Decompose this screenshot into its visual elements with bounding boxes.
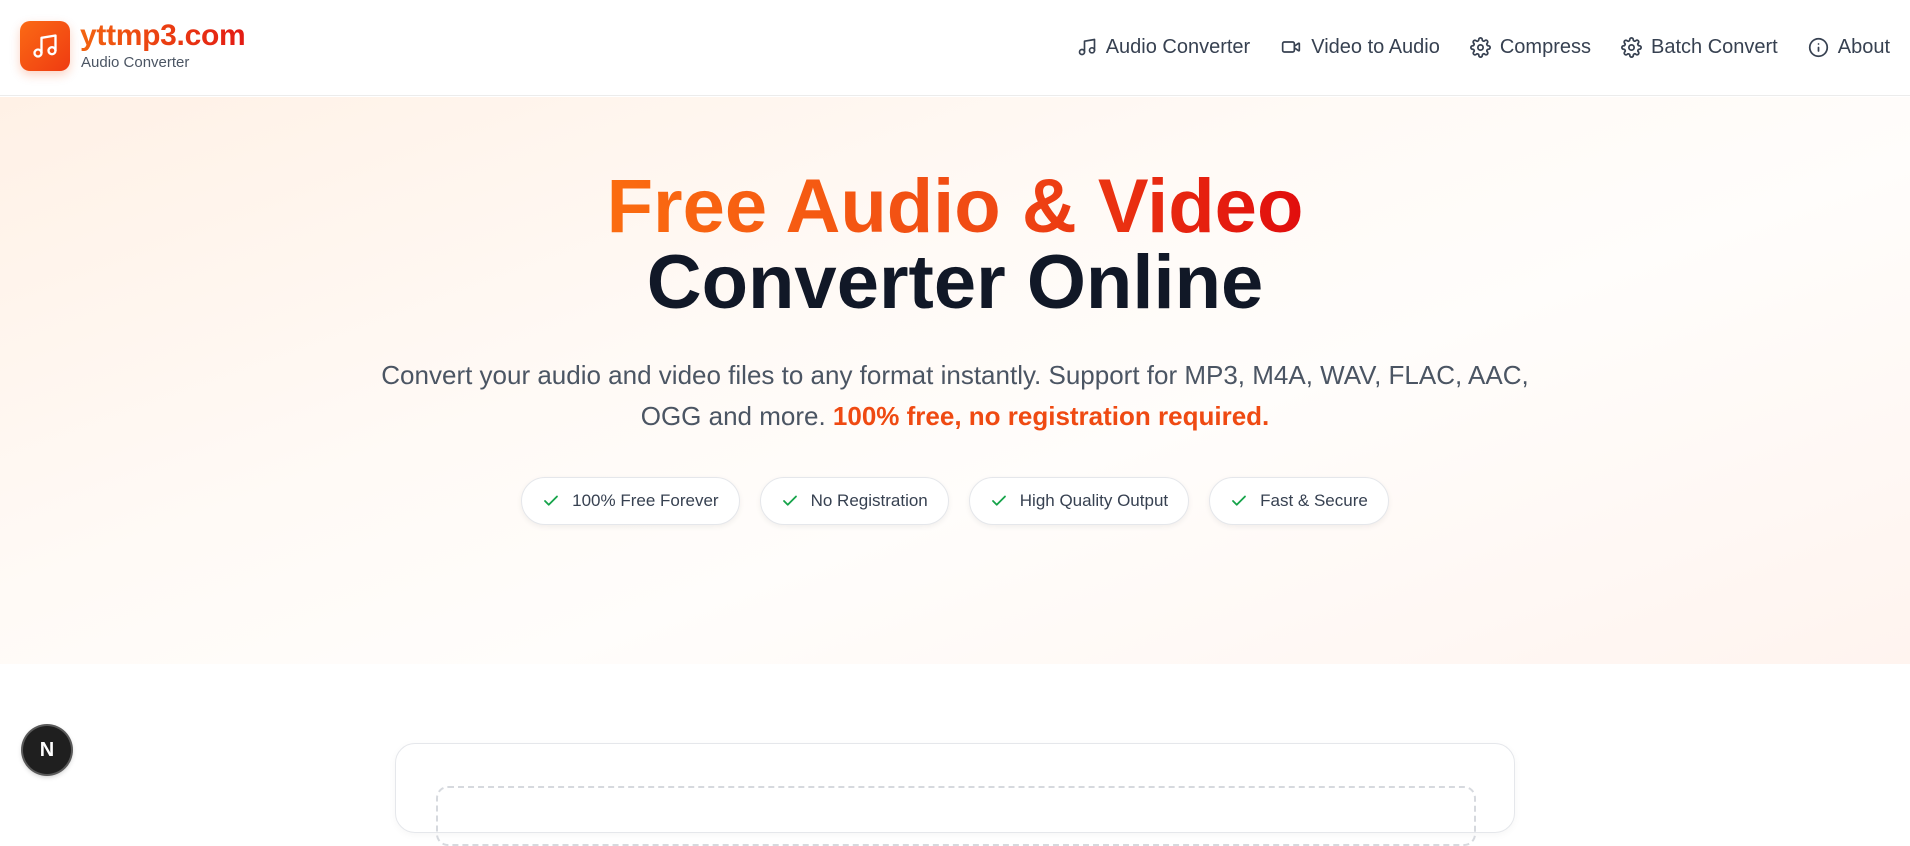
music-note-icon xyxy=(33,34,57,58)
brand-subtitle: Audio Converter xyxy=(81,54,190,71)
video-camera-icon xyxy=(1282,41,1301,53)
hero-title-line-1: Free Audio & Video xyxy=(0,169,1910,245)
feature-badge-label: Fast & Secure xyxy=(1260,491,1368,510)
music-note-icon xyxy=(1078,38,1096,56)
feature-badge-label: 100% Free Forever xyxy=(572,491,719,510)
nav-item-label: About xyxy=(1837,35,1890,58)
feature-badge-label: No Registration xyxy=(810,491,928,510)
hero-title-gradient-text: Free Audio & Video xyxy=(606,164,1304,249)
fab-label: N xyxy=(39,738,55,761)
hero-section: Free Audio & Video Converter Online Conv… xyxy=(0,97,1910,664)
nav-item-audio-converter[interactable]: Audio Converter xyxy=(1077,35,1251,59)
hero-title-line-2: Converter Online xyxy=(646,240,1264,325)
converter-card xyxy=(395,743,1515,846)
nav-item-video-to-audio[interactable]: Video to Audio xyxy=(1280,36,1440,59)
check-icon xyxy=(544,495,559,506)
nav-item-label: Compress xyxy=(1499,35,1591,58)
nav-item-label: Video to Audio xyxy=(1311,35,1440,58)
feature-badge: High Quality Output xyxy=(968,477,1190,525)
check-icon xyxy=(1232,495,1247,506)
nav-item-compress[interactable]: Compress xyxy=(1469,35,1591,59)
hero-description-highlight: 100% free, no registration required. xyxy=(832,401,1270,431)
check-icon xyxy=(991,495,1006,506)
nav-item-label: Batch Convert xyxy=(1651,35,1778,58)
file-dropzone[interactable] xyxy=(436,786,1476,846)
gear-icon xyxy=(1469,36,1491,58)
nav-item-about[interactable]: About xyxy=(1808,36,1890,59)
info-icon xyxy=(1808,37,1828,57)
check-icon xyxy=(782,495,797,506)
logo[interactable] xyxy=(20,21,70,71)
nav-item-label: Audio Converter xyxy=(1105,35,1251,58)
feature-badges: 100% Free Forever No Registration High Q… xyxy=(0,477,1910,525)
site-header: yttmp3.com Audio Converter Audio Convert… xyxy=(0,0,1910,96)
feature-badge: No Registration xyxy=(759,477,949,525)
nav-item-batch-convert[interactable]: Batch Convert xyxy=(1621,36,1778,59)
next-dev-indicator-button[interactable]: N xyxy=(23,726,71,774)
feature-badge: 100% Free Forever xyxy=(521,477,740,525)
hero-description: Convert your audio and video files to an… xyxy=(380,355,1530,437)
brand-name[interactable]: yttmp3.com xyxy=(80,19,246,52)
feature-badge-label: High Quality Output xyxy=(1019,491,1169,510)
feature-badge: Fast & Secure xyxy=(1209,477,1389,525)
main-nav: Audio Converter Video to Audio Compress … xyxy=(1077,30,1890,64)
gear-icon xyxy=(1621,36,1642,58)
